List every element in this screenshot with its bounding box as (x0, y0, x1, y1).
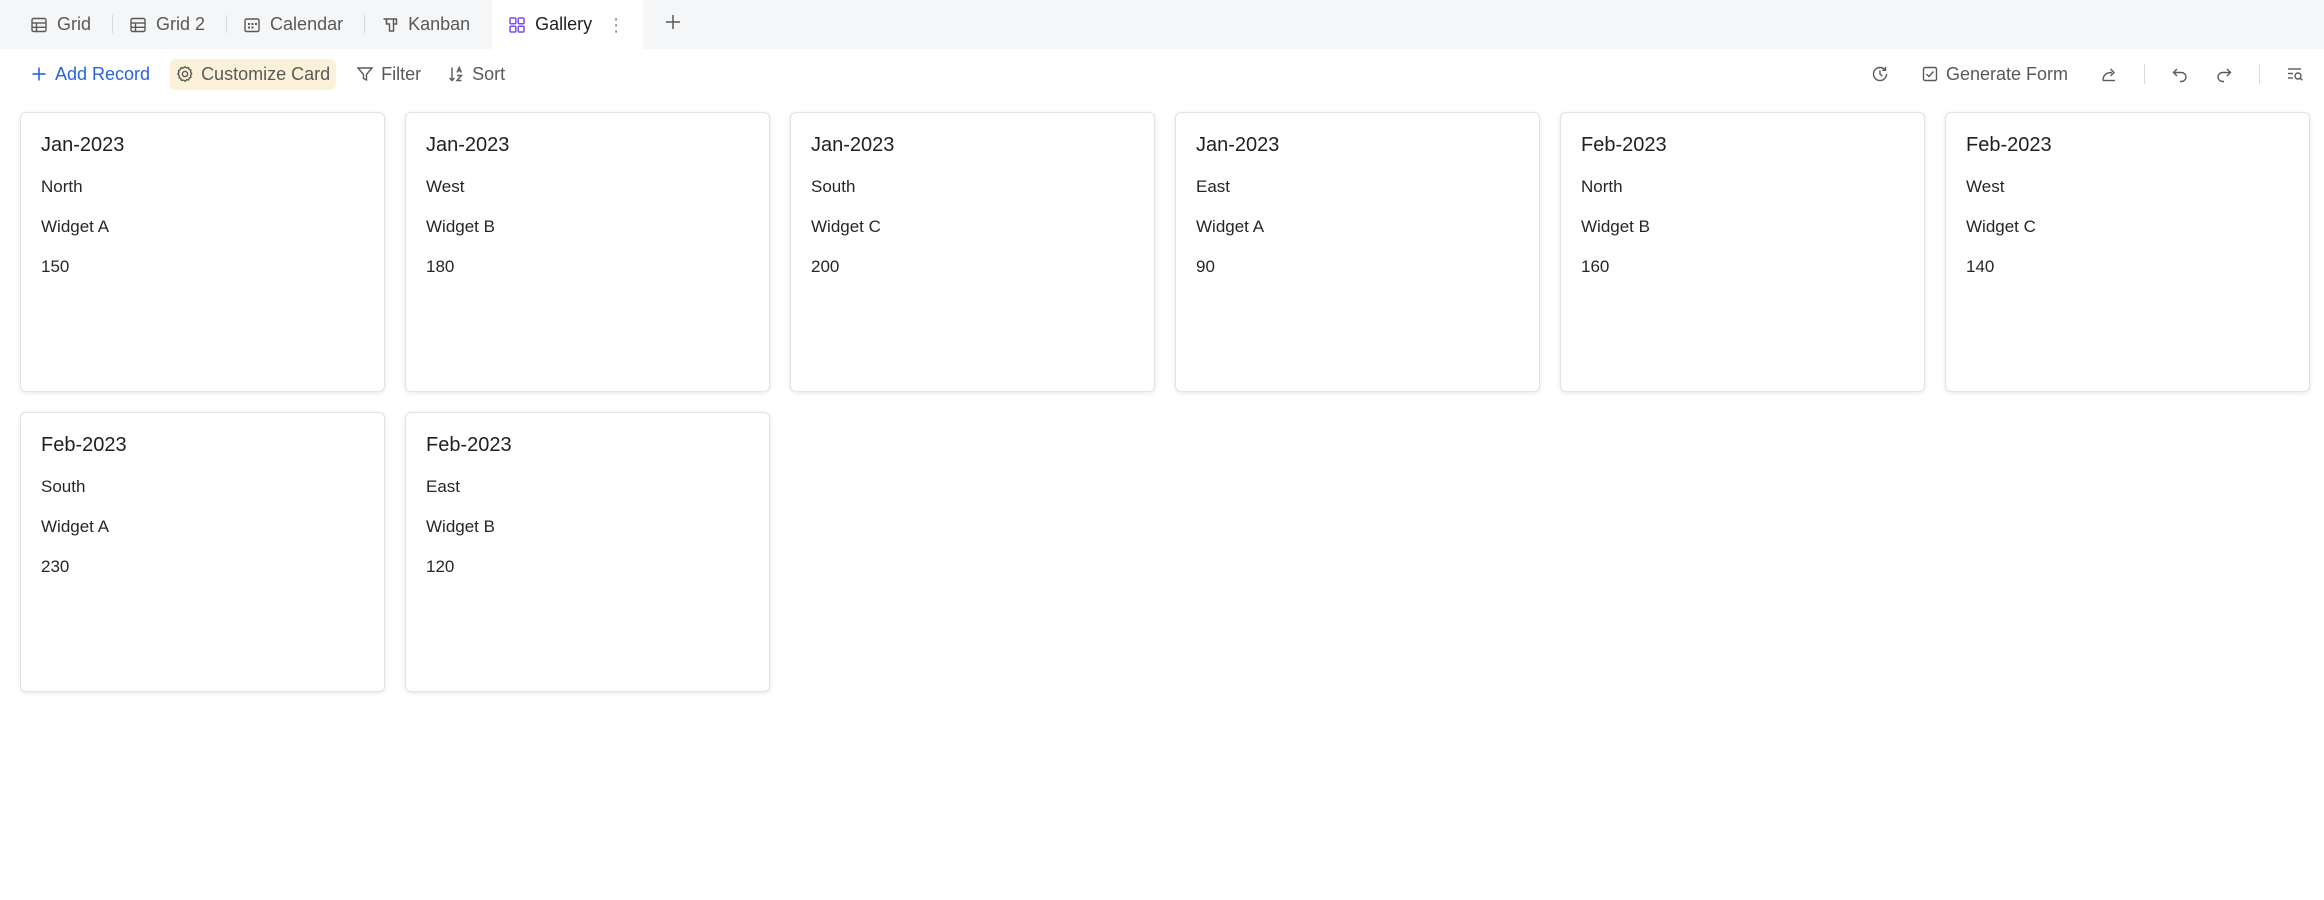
redo-icon[interactable] (2215, 65, 2233, 83)
sort-label: Sort (472, 63, 506, 84)
share-icon[interactable] (2100, 65, 2118, 83)
plus-icon (663, 12, 683, 37)
card-region: South (41, 477, 86, 496)
card-product: Widget A (1196, 217, 1265, 236)
card-product: Widget B (1581, 217, 1650, 236)
sort-button[interactable]: Sort (441, 59, 511, 90)
record-card[interactable]: Jan-2023 East Widget A 90 (1175, 112, 1540, 392)
card-region: North (1581, 177, 1623, 196)
card-product: Widget C (811, 217, 881, 236)
tab-label: Kanban (408, 14, 471, 34)
tab-kanban[interactable]: Kanban (365, 0, 492, 49)
record-card[interactable]: Jan-2023 West Widget B 180 (405, 112, 770, 392)
search-records-icon[interactable] (2286, 65, 2304, 83)
card-region: West (1966, 177, 2005, 196)
card-title: Feb-2023 (1966, 134, 2052, 156)
tab-grid[interactable]: Grid (14, 0, 114, 49)
gallery-grid: Jan-2023 North Widget A 150 Jan-2023 Wes… (0, 99, 2324, 692)
tab-label: Grid (57, 14, 92, 34)
form-check-icon (1921, 65, 1939, 83)
record-card[interactable]: Feb-2023 East Widget B 120 (405, 412, 770, 692)
grid-icon (30, 16, 48, 34)
more-vertical-icon[interactable]: ⋮ (607, 16, 625, 34)
tab-label: Grid 2 (156, 14, 206, 34)
toolbar-divider (2144, 64, 2145, 84)
history-icon[interactable] (1871, 65, 1889, 83)
tab-label: Calendar (270, 14, 344, 34)
add-record-label: Add Record (55, 63, 151, 84)
kanban-icon (381, 16, 399, 34)
card-product: Widget B (426, 517, 495, 536)
card-value: 90 (1196, 257, 1215, 276)
card-region: East (1196, 177, 1231, 196)
card-product: Widget A (41, 217, 110, 236)
toolbar: Add Record Customize Card Filter Sort Ge… (0, 49, 2324, 99)
record-card[interactable]: Feb-2023 South Widget A 230 (20, 412, 385, 692)
grid-icon (129, 16, 147, 34)
plus-icon (30, 65, 48, 83)
card-title: Jan-2023 (41, 134, 125, 156)
gallery-icon (508, 16, 526, 34)
undo-icon[interactable] (2171, 65, 2189, 83)
add-record-button[interactable]: Add Record (24, 59, 156, 90)
tab-calendar[interactable]: Calendar (227, 0, 366, 49)
card-region: South (811, 177, 856, 196)
tab-grid-2[interactable]: Grid 2 (113, 0, 228, 49)
card-title: Jan-2023 (426, 134, 510, 156)
filter-button[interactable]: Filter (350, 59, 427, 90)
card-region: East (426, 477, 461, 496)
card-title: Feb-2023 (41, 434, 127, 456)
customize-card-button[interactable]: Customize Card (170, 58, 337, 90)
card-product: Widget C (1966, 217, 2036, 236)
card-product: Widget B (426, 217, 495, 236)
gear-icon (176, 65, 194, 83)
record-card[interactable]: Feb-2023 West Widget C 140 (1945, 112, 2310, 392)
filter-icon (356, 65, 374, 83)
card-product: Widget A (41, 517, 110, 536)
card-title: Feb-2023 (426, 434, 512, 456)
card-region: North (41, 177, 83, 196)
generate-form-button[interactable]: Generate Form (1915, 59, 2074, 90)
record-card[interactable]: Jan-2023 South Widget C 200 (790, 112, 1155, 392)
card-value: 150 (41, 257, 70, 276)
customize-card-label: Customize Card (201, 63, 331, 84)
sort-icon (447, 65, 465, 83)
generate-form-label: Generate Form (1945, 63, 2068, 84)
record-card[interactable]: Feb-2023 North Widget B 160 (1560, 112, 1925, 392)
card-value: 230 (41, 557, 70, 576)
view-tab-bar: Grid Grid 2 Calendar Kanban Gallery ⋮ (0, 0, 2324, 49)
record-card[interactable]: Jan-2023 North Widget A 150 (20, 112, 385, 392)
tab-gallery[interactable]: Gallery ⋮ (492, 0, 644, 49)
card-value: 140 (1966, 257, 1995, 276)
card-title: Jan-2023 (811, 134, 895, 156)
card-value: 160 (1581, 257, 1610, 276)
card-region: West (426, 177, 465, 196)
card-value: 180 (426, 257, 455, 276)
card-title: Jan-2023 (1196, 134, 1280, 156)
add-view-button[interactable] (643, 0, 703, 49)
card-title: Feb-2023 (1581, 134, 1667, 156)
card-value: 120 (426, 557, 455, 576)
filter-label: Filter (381, 63, 422, 84)
toolbar-divider (2259, 64, 2260, 84)
card-value: 200 (811, 257, 840, 276)
calendar-icon (243, 16, 261, 34)
tab-label: Gallery (535, 14, 593, 34)
